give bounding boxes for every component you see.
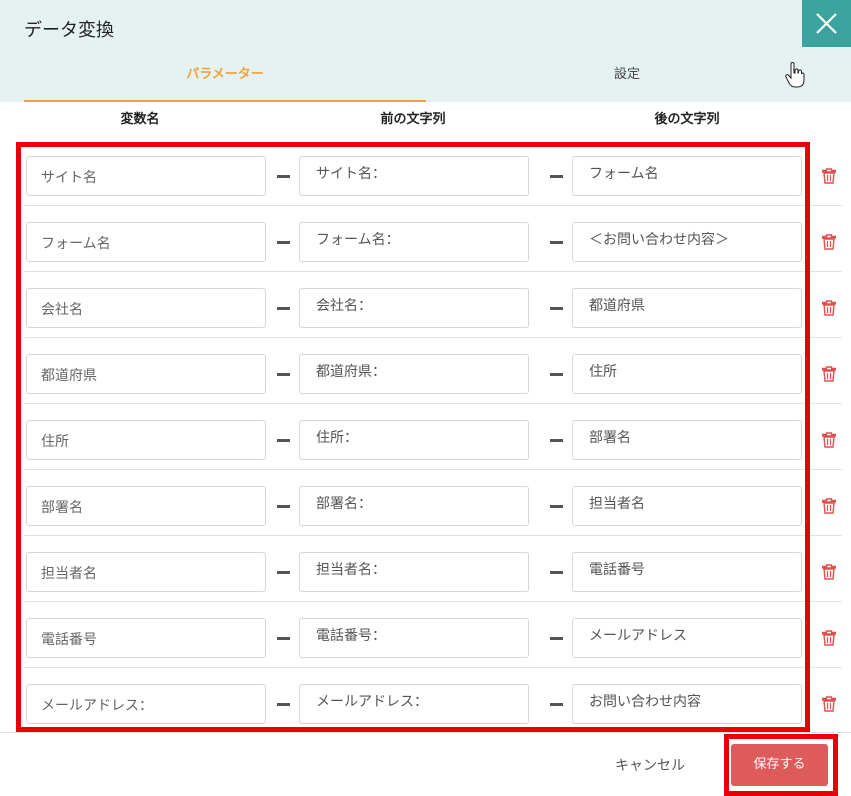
separator-dash <box>277 241 290 244</box>
before-string-input[interactable]: 電話番号： <box>299 618 529 658</box>
after-string-input[interactable]: 電話番号 <box>572 552 802 592</box>
parameter-list[interactable]: サイト名 サイト名： フォーム名 フォーム名 フォーム名： ＜お問い合わせ内容＞… <box>0 140 851 724</box>
delete-row-icon[interactable] <box>822 630 836 646</box>
separator-dash <box>277 373 290 376</box>
separator-dash <box>277 439 290 442</box>
tab-settings[interactable]: 設定 <box>426 58 828 102</box>
column-header-name: 変数名 <box>120 112 160 127</box>
parameter-row: 部署名 部署名： 担当者名 <box>24 470 842 536</box>
delete-row-icon[interactable] <box>822 696 836 712</box>
separator-dash <box>550 703 563 706</box>
separator-dash <box>550 637 563 640</box>
before-string-input[interactable]: メールアドレス： <box>299 684 529 724</box>
after-string-input[interactable]: 部署名 <box>572 420 802 460</box>
after-string-input[interactable]: メールアドレス <box>572 618 802 658</box>
before-string-input[interactable]: 都道府県： <box>299 354 529 394</box>
before-string-input[interactable]: 会社名： <box>299 288 529 328</box>
separator-dash <box>550 373 563 376</box>
variable-name-input[interactable]: 担当者名 <box>26 552 266 592</box>
before-string-input[interactable]: 住所： <box>299 420 529 460</box>
variable-name-input[interactable]: 電話番号 <box>26 618 266 658</box>
parameter-row: 担当者名 担当者名： 電話番号 <box>24 536 842 602</box>
pointer-cursor-icon <box>785 62 805 88</box>
delete-row-icon[interactable] <box>822 300 836 316</box>
parameter-row: 電話番号 電話番号： メールアドレス <box>24 602 842 668</box>
before-string-input[interactable]: 部署名： <box>299 486 529 526</box>
variable-name-input[interactable]: メールアドレス： <box>26 684 266 724</box>
save-button[interactable]: 保存する <box>731 744 828 786</box>
separator-dash <box>550 439 563 442</box>
dialog-header: データ変換 パラメーター 設定 <box>0 0 851 102</box>
after-string-input[interactable]: 住所 <box>572 354 802 394</box>
dialog-title: データ変換 <box>24 20 114 41</box>
separator-dash <box>277 307 290 310</box>
separator-dash <box>277 175 290 178</box>
separator-dash <box>550 307 563 310</box>
delete-row-icon[interactable] <box>822 564 836 580</box>
delete-row-icon[interactable] <box>822 366 836 382</box>
column-header-after: 後の文字列 <box>654 112 720 127</box>
footer-divider <box>0 732 851 733</box>
after-string-input[interactable]: お問い合わせ内容 <box>572 684 802 724</box>
parameter-row: メールアドレス： メールアドレス： お問い合わせ内容 <box>24 668 842 724</box>
close-icon <box>816 13 837 34</box>
variable-name-input[interactable]: サイト名 <box>26 156 266 196</box>
separator-dash <box>550 505 563 508</box>
parameter-row: 会社名 会社名： 都道府県 <box>24 272 842 338</box>
before-string-input[interactable]: サイト名： <box>299 156 529 196</box>
tab-parameters[interactable]: パラメーター <box>24 58 426 102</box>
after-string-input[interactable]: 担当者名 <box>572 486 802 526</box>
parameter-row: フォーム名 フォーム名： ＜お問い合わせ内容＞ <box>24 206 842 272</box>
separator-dash <box>277 571 290 574</box>
parameter-row: 都道府県 都道府県： 住所 <box>24 338 842 404</box>
delete-row-icon[interactable] <box>822 498 836 514</box>
variable-name-input[interactable]: 都道府県 <box>26 354 266 394</box>
separator-dash <box>277 637 290 640</box>
delete-row-icon[interactable] <box>822 432 836 448</box>
separator-dash <box>277 703 290 706</box>
delete-row-icon[interactable] <box>822 234 836 250</box>
variable-name-input[interactable]: 住所 <box>26 420 266 460</box>
parameter-row: サイト名 サイト名： フォーム名 <box>24 140 842 206</box>
delete-row-icon[interactable] <box>822 168 836 184</box>
after-string-input[interactable]: フォーム名 <box>572 156 802 196</box>
variable-name-input[interactable]: 会社名 <box>26 288 266 328</box>
cancel-button[interactable]: キャンセル <box>598 752 702 780</box>
after-string-input[interactable]: ＜お問い合わせ内容＞ <box>572 222 802 262</box>
parameter-row: 住所 住所： 部署名 <box>24 404 842 470</box>
separator-dash <box>550 241 563 244</box>
separator-dash <box>550 175 563 178</box>
close-button[interactable] <box>802 0 851 47</box>
before-string-input[interactable]: フォーム名： <box>299 222 529 262</box>
before-string-input[interactable]: 担当者名： <box>299 552 529 592</box>
separator-dash <box>550 571 563 574</box>
after-string-input[interactable]: 都道府県 <box>572 288 802 328</box>
separator-dash <box>277 505 290 508</box>
variable-name-input[interactable]: 部署名 <box>26 486 266 526</box>
variable-name-input[interactable]: フォーム名 <box>26 222 266 262</box>
column-header-before: 前の文字列 <box>380 112 446 127</box>
